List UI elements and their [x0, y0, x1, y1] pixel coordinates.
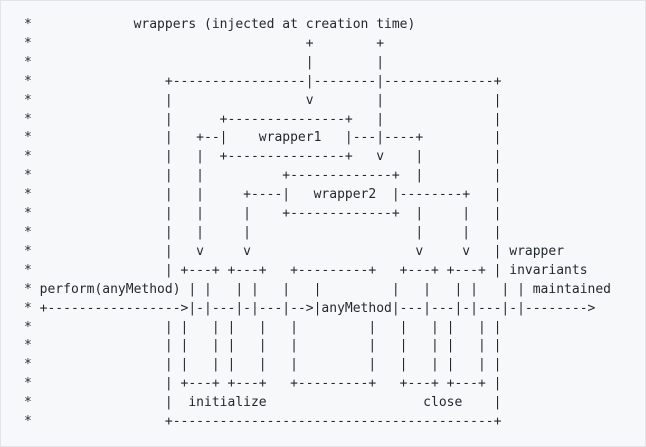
- diagram-line: * wrappers (injected at creation time): [24, 17, 416, 32]
- diagram-line: * | | | | | | | | | | | |: [24, 319, 502, 335]
- diagram-line: * +----------------->|-|---|-|---|-->|an…: [24, 300, 596, 316]
- diagram-line: * +-----------------|--------|----------…: [24, 73, 502, 89]
- diagram-line: * | | +---------------+ v | |: [24, 149, 502, 165]
- ascii-diagram: * wrappers (injected at creation time) *…: [24, 16, 611, 432]
- diagram-line: * | | | +-------------+ | | |: [24, 206, 502, 222]
- diagram-line: * | | +----| wrapper2 |--------+ |: [24, 187, 502, 203]
- diagram-line: * | v | |: [24, 92, 502, 108]
- diagram-line: * | +---+ +---+ +---------+ +---+ +---+ …: [24, 262, 588, 278]
- diagram-line: * | +--| wrapper1 |---|----+ |: [24, 130, 502, 146]
- diagram-line: * | +---------------+ | |: [24, 111, 502, 127]
- diagram-line: * +-------------------------------------…: [24, 414, 502, 430]
- diagram-line: * | | +-------------+ | |: [24, 168, 502, 184]
- diagram-line: * | initialize close |: [24, 395, 502, 411]
- diagram-line: * | |: [24, 54, 385, 70]
- diagram-line: * perform(anyMethod) | | | | | | | | | |…: [24, 281, 611, 297]
- diagram-line: * | +---+ +---+ +---------+ +---+ +---+ …: [24, 376, 502, 392]
- diagram-line: * + +: [24, 35, 385, 51]
- diagram-line: * | v v v v | wrapper: [24, 243, 565, 259]
- diagram-line: * | | | | | | | | | | | |: [24, 338, 502, 354]
- diagram-line: * | | | | | |: [24, 224, 502, 240]
- code-block: * wrappers (injected at creation time) *…: [0, 0, 646, 447]
- diagram-line: * | | | | | | | | | | | |: [24, 357, 502, 373]
